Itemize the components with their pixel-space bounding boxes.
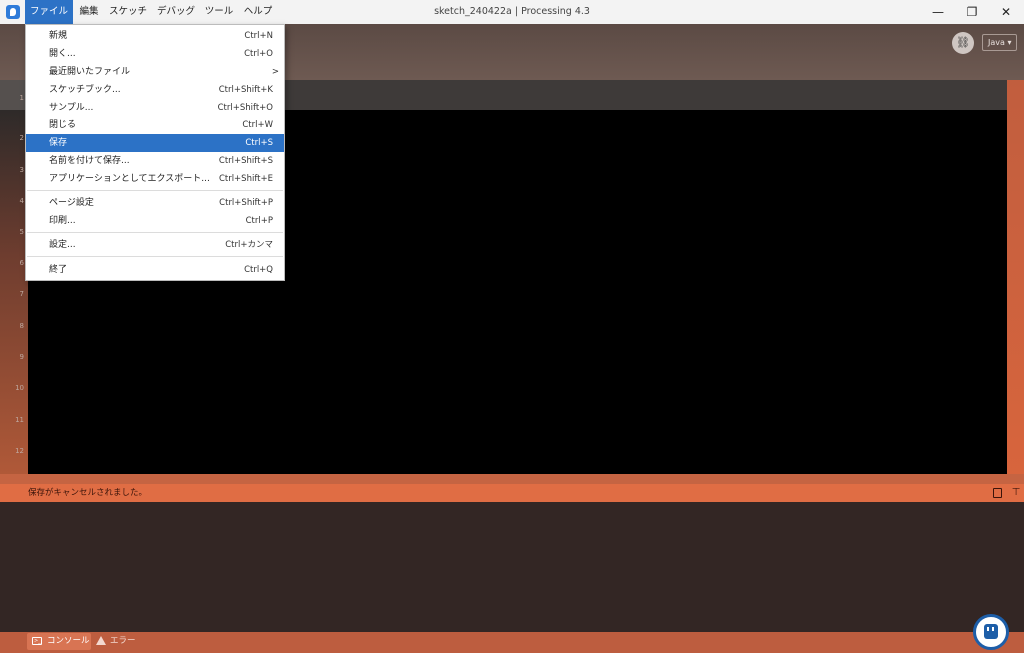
editor-bottom-edge <box>0 474 1024 484</box>
menu-item-shortcut: Ctrl+S <box>245 138 273 148</box>
menu-item-recent[interactable]: 最近開いたファイル > <box>26 63 284 81</box>
debug-toggle-button[interactable]: ⛓ <box>952 32 974 54</box>
line-number: 9 <box>19 353 24 361</box>
line-number: 3 <box>19 166 24 174</box>
menu-item-quit[interactable]: 終了 Ctrl+Q <box>26 261 284 279</box>
menu-item-sketchbook[interactable]: スケッチブック... Ctrl+Shift+K <box>26 81 284 99</box>
status-message: 保存がキャンセルされました。 <box>28 488 148 498</box>
menu-sketch[interactable]: スケッチ <box>105 0 151 24</box>
line-number: 12 <box>15 447 24 455</box>
menu-item-label: サンプル... <box>49 103 94 113</box>
line-number: 8 <box>19 322 24 330</box>
logo-badge-icon <box>973 614 1009 650</box>
menu-debug[interactable]: デバッグ <box>154 0 198 24</box>
menu-item-shortcut: Ctrl+P <box>245 216 273 226</box>
menu-item-save[interactable]: 保存 Ctrl+S <box>26 134 284 152</box>
menu-item-label: 閉じる <box>49 120 77 130</box>
menu-item-label: スケッチブック... <box>49 85 121 95</box>
line-number: 4 <box>19 197 24 205</box>
menu-help[interactable]: ヘルプ <box>240 0 276 24</box>
menu-item-shortcut: Ctrl+Q <box>244 265 273 275</box>
menu-edit[interactable]: 編集 <box>75 0 103 24</box>
menu-item-close[interactable]: 閉じる Ctrl+W <box>26 116 284 134</box>
menu-file[interactable]: ファイル <box>25 0 73 24</box>
menu-item-label: 終了 <box>49 265 68 275</box>
menu-item-examples[interactable]: サンプル... Ctrl+Shift+O <box>26 99 284 117</box>
tab-errors-label: エラー <box>110 636 136 646</box>
menu-separator <box>27 232 283 233</box>
menu-item-shortcut: Ctrl+O <box>244 49 273 59</box>
minimize-button[interactable]: — <box>921 0 955 24</box>
editor-scrollbar[interactable] <box>1007 80 1024 484</box>
menu-item-shortcut: Ctrl+カンマ <box>225 240 273 250</box>
tab-errors[interactable]: エラー <box>96 632 136 651</box>
line-number: 7 <box>19 290 24 298</box>
menu-item-label: 最近開いたファイル <box>49 67 131 77</box>
menu-item-open[interactable]: 開く... Ctrl+O <box>26 45 284 63</box>
maximize-button[interactable]: ❐ <box>955 0 989 24</box>
menu-item-preferences[interactable]: 設定... Ctrl+カンマ <box>26 236 284 254</box>
menu-item-new[interactable]: 新規 Ctrl+N <box>26 27 284 45</box>
submenu-chevron-icon: > <box>271 67 279 77</box>
menu-item-shortcut: Ctrl+Shift+P <box>219 198 273 208</box>
copy-icon[interactable] <box>993 488 1002 498</box>
menu-item-label: 開く... <box>49 49 76 59</box>
processing-app-icon <box>6 5 20 19</box>
menu-item-shortcut: Ctrl+Shift+S <box>218 156 273 166</box>
mode-select[interactable]: Java ▾ <box>982 34 1017 51</box>
line-number: 6 <box>19 259 24 267</box>
tab-console-label: コンソール <box>47 636 90 646</box>
logo-mark-icon <box>984 624 998 639</box>
menu-item-shortcut: Ctrl+Shift+O <box>217 103 273 113</box>
status-bar: 保存がキャンセルされました。 ⊤ <box>0 484 1024 502</box>
menu-item-label: アプリケーションとしてエクスポート... <box>49 174 210 184</box>
file-menu-dropdown: 新規 Ctrl+N 開く... Ctrl+O 最近開いたファイル > スケッチブ… <box>25 24 285 281</box>
warning-icon <box>96 636 106 645</box>
menu-item-shortcut: Ctrl+W <box>242 120 273 130</box>
console-icon: >_ <box>32 637 42 645</box>
menu-tools[interactable]: ツール <box>200 0 238 24</box>
menu-item-export-application[interactable]: アプリケーションとしてエクスポート... Ctrl+Shift+E <box>26 170 284 188</box>
menu-item-label: 新規 <box>49 31 68 41</box>
menu-item-label: 名前を付けて保存... <box>49 156 130 166</box>
menu-item-shortcut: Ctrl+N <box>244 31 273 41</box>
menu-item-page-setup[interactable]: ページ設定 Ctrl+Shift+P <box>26 194 284 212</box>
line-number: 1 <box>19 94 24 102</box>
line-number-gutter: 1 2 3 4 5 6 7 8 9 10 11 12 <box>0 94 28 474</box>
collapse-console-icon[interactable]: ⊤ <box>1011 487 1021 499</box>
menu-item-save-as[interactable]: 名前を付けて保存... Ctrl+Shift+S <box>26 152 284 170</box>
line-number: 11 <box>15 416 24 424</box>
menu-item-label: 保存 <box>49 138 68 148</box>
menu-item-label: 設定... <box>49 240 76 250</box>
line-number: 10 <box>15 384 24 392</box>
title-bar: ファイル 編集 スケッチ デバッグ ツール ヘルプ sketch_240422a… <box>0 0 1024 24</box>
line-number: 5 <box>19 228 24 236</box>
close-button[interactable]: ✕ <box>989 0 1023 24</box>
menu-separator <box>27 190 283 191</box>
menu-item-print[interactable]: 印刷... Ctrl+P <box>26 212 284 230</box>
menu-separator <box>27 256 283 257</box>
menu-item-label: ページ設定 <box>49 198 94 208</box>
console-tab-bar <box>0 632 1024 653</box>
tab-console[interactable]: >_ コンソール <box>27 633 91 650</box>
menu-item-label: 印刷... <box>49 216 76 226</box>
console-panel[interactable] <box>0 502 1024 632</box>
menu-item-shortcut: Ctrl+Shift+K <box>218 85 273 95</box>
menu-item-shortcut: Ctrl+Shift+E <box>218 174 273 184</box>
line-number: 2 <box>19 134 24 142</box>
